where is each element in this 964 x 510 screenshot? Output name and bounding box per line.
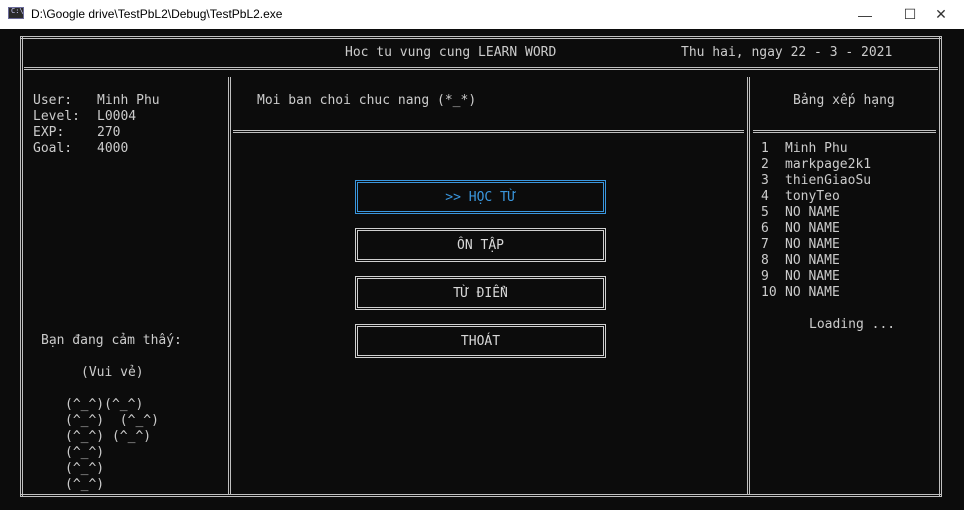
review-label: ÔN TẬP (457, 237, 504, 253)
leaderboard-row: 3 thienGiaoSu (761, 173, 871, 189)
exit-label: THOÁT (460, 333, 501, 349)
maximize-icon: ☐ (903, 6, 917, 22)
rank-number: 6 (761, 221, 769, 236)
learn-words-label: >> HỌC TỪ (445, 189, 516, 205)
player-name: markpage2k1 (785, 157, 872, 172)
minimize-icon: — (858, 6, 872, 23)
mood-art-line: (^_^) (^_^) (65, 429, 152, 444)
rank-number: 10 (761, 285, 777, 300)
mood-state: (Vui vẻ) (81, 365, 144, 380)
close-icon: ✕ (935, 6, 947, 22)
rank-number: 5 (761, 205, 769, 220)
player-name: NO NAME (785, 253, 840, 268)
minimize-button[interactable]: — (842, 0, 888, 29)
console-area: Hoc tu vung cung LEARN WORD Thu hai, nga… (0, 29, 964, 510)
leaderboard-row: 5 NO NAME (761, 205, 840, 221)
rank-number: 9 (761, 269, 769, 284)
goal-value: 4000 (97, 141, 129, 156)
left-column-divider (228, 77, 231, 494)
loading-indicator: Loading ... (809, 317, 896, 332)
player-name: NO NAME (785, 269, 840, 284)
right-column-divider (747, 77, 750, 494)
mood-art-line: (^_^)(^_^) (65, 397, 144, 412)
user-value: Minh Phu (97, 93, 160, 108)
current-date: Thu hai, ngay 22 - 3 - 2021 (681, 45, 893, 60)
menu-prompt: Moi ban choi chuc nang (*_*) (257, 93, 477, 108)
review-button[interactable]: ÔN TẬP (355, 228, 606, 262)
menu-header-divider (233, 130, 744, 133)
exp-label: EXP: (33, 125, 65, 140)
leaderboard-row: 2 markpage2k1 (761, 157, 871, 173)
player-name: thienGiaoSu (785, 173, 872, 188)
player-name: NO NAME (785, 285, 840, 300)
leaderboard-row: 7 NO NAME (761, 237, 840, 253)
leaderboard-row: 10 NO NAME (761, 285, 840, 301)
dictionary-button[interactable]: TỪ ĐIỂN (355, 276, 606, 310)
frame-right-border (939, 36, 942, 497)
mood-prompt: Bạn đang cảm thấy: (41, 333, 182, 348)
app-title: Hoc tu vung cung LEARN WORD (345, 45, 557, 60)
player-name: tonyTeo (785, 189, 840, 204)
player-name: Minh Phu (785, 141, 848, 156)
mood-art-line: (^_^) (^_^) (65, 413, 159, 428)
window-titlebar[interactable]: C:\ D:\Google drive\TestPbL2\Debug\TestP… (0, 0, 964, 29)
learn-words-button[interactable]: >> HỌC TỪ (355, 180, 606, 214)
mood-art-line: (^_^) (65, 461, 105, 476)
frame-top-border (20, 36, 942, 39)
leaderboard-row: 1 Minh Phu (761, 141, 848, 157)
leaderboard-row: 6 NO NAME (761, 221, 840, 237)
player-name: NO NAME (785, 237, 840, 252)
close-button[interactable]: ✕ (918, 0, 964, 29)
mood-art-line: (^_^) (65, 477, 105, 492)
user-label: User: (33, 93, 73, 108)
frame-bottom-border (20, 494, 942, 497)
level-value: L0004 (97, 109, 137, 124)
goal-label: Goal: (33, 141, 73, 156)
leaderboard-row: 4 tonyTeo (761, 189, 840, 205)
dictionary-label: TỪ ĐIỂN (453, 285, 508, 301)
mood-art-line: (^_^) (65, 445, 105, 460)
leaderboard-header-divider (753, 130, 936, 133)
leaderboard-title: Bảng xếp hạng (793, 93, 895, 108)
frame-left-border (20, 36, 23, 497)
leaderboard-row: 8 NO NAME (761, 253, 840, 269)
player-name: NO NAME (785, 221, 840, 236)
window-title: D:\Google drive\TestPbL2\Debug\TestPbL2.… (31, 7, 283, 21)
rank-number: 4 (761, 189, 769, 204)
leaderboard-row: 9 NO NAME (761, 269, 840, 285)
rank-number: 8 (761, 253, 769, 268)
level-label: Level: (33, 109, 80, 124)
header-divider (24, 67, 938, 70)
console-app-icon[interactable]: C:\ (8, 7, 24, 19)
rank-number: 1 (761, 141, 769, 156)
player-name: NO NAME (785, 205, 840, 220)
rank-number: 2 (761, 157, 769, 172)
exit-button[interactable]: THOÁT (355, 324, 606, 358)
rank-number: 3 (761, 173, 769, 188)
rank-number: 7 (761, 237, 769, 252)
exp-value: 270 (97, 125, 121, 140)
